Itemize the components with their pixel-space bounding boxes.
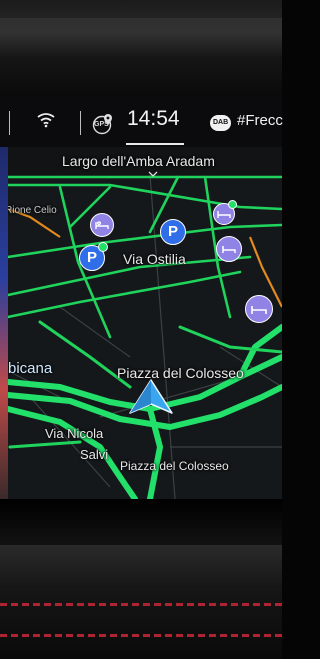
map-label-bicana: bicana	[8, 360, 53, 377]
status-separator	[80, 111, 81, 135]
hotel-poi-icon[interactable]	[90, 213, 114, 237]
status-bar: GPS 14:54 DAB #Frecc	[0, 95, 283, 147]
red-stitching	[0, 603, 282, 606]
map-label-largo: Largo dell'Amba Aradam	[62, 153, 215, 169]
status-dot	[98, 242, 108, 252]
gps-label: GPS	[94, 121, 109, 128]
radio-station[interactable]: #Frecc	[237, 112, 283, 129]
chevron-down-icon	[148, 171, 158, 177]
dash-trim	[0, 545, 282, 585]
status-separator	[9, 111, 10, 135]
hotel-poi-icon[interactable]	[245, 295, 273, 323]
dab-label: DAB	[213, 119, 229, 126]
map-label-via-ostilia: Via Ostilia	[123, 251, 186, 267]
map-label-via-nicola: Via Nicola	[45, 426, 104, 441]
map-label-salvi: Salvi	[80, 447, 109, 462]
map-label-piazza-colosseo-small: Piazza del Colosseo	[120, 459, 229, 473]
dashboard-top	[0, 0, 282, 95]
clock-underline	[126, 143, 184, 145]
hotel-poi-icon[interactable]	[213, 200, 237, 225]
parking-poi-icon[interactable]: P	[160, 219, 186, 245]
map-roads	[0, 147, 282, 499]
bezel-bottom	[0, 499, 282, 545]
parking-poi-icon[interactable]: P	[79, 242, 108, 271]
map-label-rione-celio: Rione Celio	[5, 205, 57, 216]
wifi-icon	[37, 113, 55, 128]
status-dot	[228, 200, 237, 209]
clock: 14:54	[127, 107, 180, 130]
red-stitching	[0, 634, 282, 637]
dab-icon[interactable]: DAB	[210, 115, 231, 131]
vehicle-position-icon	[129, 379, 173, 414]
navigation-map[interactable]: Largo dell'Amba Aradam Rione Celio Via O…	[0, 147, 282, 499]
hotel-poi-icon[interactable]	[216, 236, 242, 262]
gps-icon: GPS	[92, 113, 114, 135]
dashboard-lower	[0, 499, 282, 659]
